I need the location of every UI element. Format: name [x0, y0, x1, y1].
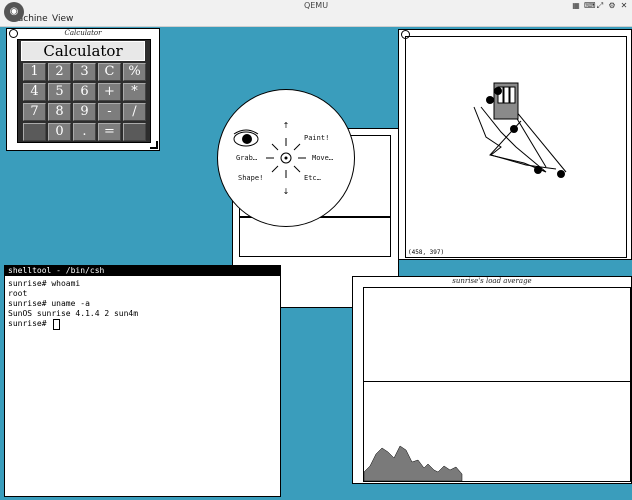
pie-item-move[interactable]: Move… [312, 154, 333, 162]
terminal-prompt: sunrise# [8, 319, 52, 328]
calculator-key-blank[interactable] [23, 123, 46, 141]
canvas-window: (458, 397) [398, 29, 632, 260]
pie-item-paint[interactable]: Paint! [304, 134, 329, 142]
coords-readout: (458, 397) [408, 249, 445, 256]
svg-text:↑: ↑ [283, 121, 290, 130]
calculator-key-blank[interactable] [123, 123, 146, 141]
close-icon[interactable]: ✕ [620, 2, 628, 10]
terminal-title: shelltool - /bin/csh [5, 266, 280, 276]
pie-item-etc[interactable]: Etc… [304, 174, 321, 182]
settings-icon[interactable]: ⚙ [608, 2, 616, 10]
window-title: QEMU [303, 1, 329, 10]
drawing-figure [473, 82, 567, 178]
canvas-area[interactable]: (458, 397) [405, 36, 627, 258]
load-average-title: sunrise's load average [452, 277, 532, 285]
keyboard-icon[interactable]: ⌨ [584, 2, 596, 10]
calculator-key[interactable]: 4 [23, 83, 46, 101]
calculator-key[interactable]: 0 [48, 123, 71, 141]
load-graph [363, 287, 631, 482]
grid-icon[interactable]: ▦ [572, 2, 580, 10]
qemu-logo-icon: ◉ [4, 2, 24, 22]
calculator-key[interactable]: . [73, 123, 96, 141]
calculator-key[interactable]: * [123, 83, 146, 101]
load-average-window: sunrise's load average [352, 276, 632, 484]
calculator-key[interactable]: = [98, 123, 121, 141]
calculator-key[interactable]: 3 [73, 63, 96, 81]
calculator-key[interactable]: - [98, 103, 121, 121]
calculator-window: Calculator Calculator 1 2 3 C% 4 5 6 + * 7 8 9-/ 0. = [6, 28, 160, 151]
calculator-key[interactable]: C [98, 63, 121, 81]
qemu-menubar: Machine View [0, 12, 632, 27]
guest-desktop: Calculator Calculator 1 2 3 C% 4 5 6 + * 7 8 9-/ 0. = [0, 27, 632, 500]
svg-text:↓: ↓ [283, 187, 290, 196]
calculator-display: Calculator [21, 41, 145, 61]
calculator-key[interactable]: 6 [73, 83, 96, 101]
calculator-key[interactable]: 8 [48, 103, 71, 121]
calculator-key[interactable]: 2 [48, 63, 71, 81]
terminal-window: shelltool - /bin/csh sunrise# whoami roo… [4, 265, 281, 497]
terminal-body[interactable]: sunrise# whoami root sunrise# uname -a S… [5, 277, 280, 496]
calculator-title: Calculator [64, 29, 102, 37]
calculator-key[interactable]: + [98, 83, 121, 101]
calculator-key[interactable]: / [123, 103, 146, 121]
calculator-key[interactable]: 1 [23, 63, 46, 81]
terminal-cursor [53, 319, 60, 330]
calculator-key[interactable]: % [123, 63, 146, 81]
terminal-line: sunrise# uname -a [8, 299, 90, 308]
fullscreen-icon[interactable]: ⤢ [596, 2, 604, 10]
terminal-line: sunrise# whoami [8, 279, 81, 288]
resize-handle[interactable] [150, 141, 158, 149]
terminal-line: root [8, 289, 28, 298]
calculator-key[interactable]: 7 [23, 103, 46, 121]
pie-item-shape[interactable]: Shape! [238, 174, 263, 182]
load-graph-plot [364, 445, 463, 481]
pie-menu: ↑ ↓ Paint! Move… Etc… Shape! Grab… [217, 89, 355, 227]
menu-view[interactable]: View [52, 12, 73, 26]
calculator-key[interactable]: 9 [73, 103, 96, 121]
terminal-line: SunOS sunrise 4.1.4 2 sun4m [8, 309, 139, 318]
pie-item-grab[interactable]: Grab… [236, 154, 257, 162]
calculator-key[interactable]: 5 [48, 83, 71, 101]
